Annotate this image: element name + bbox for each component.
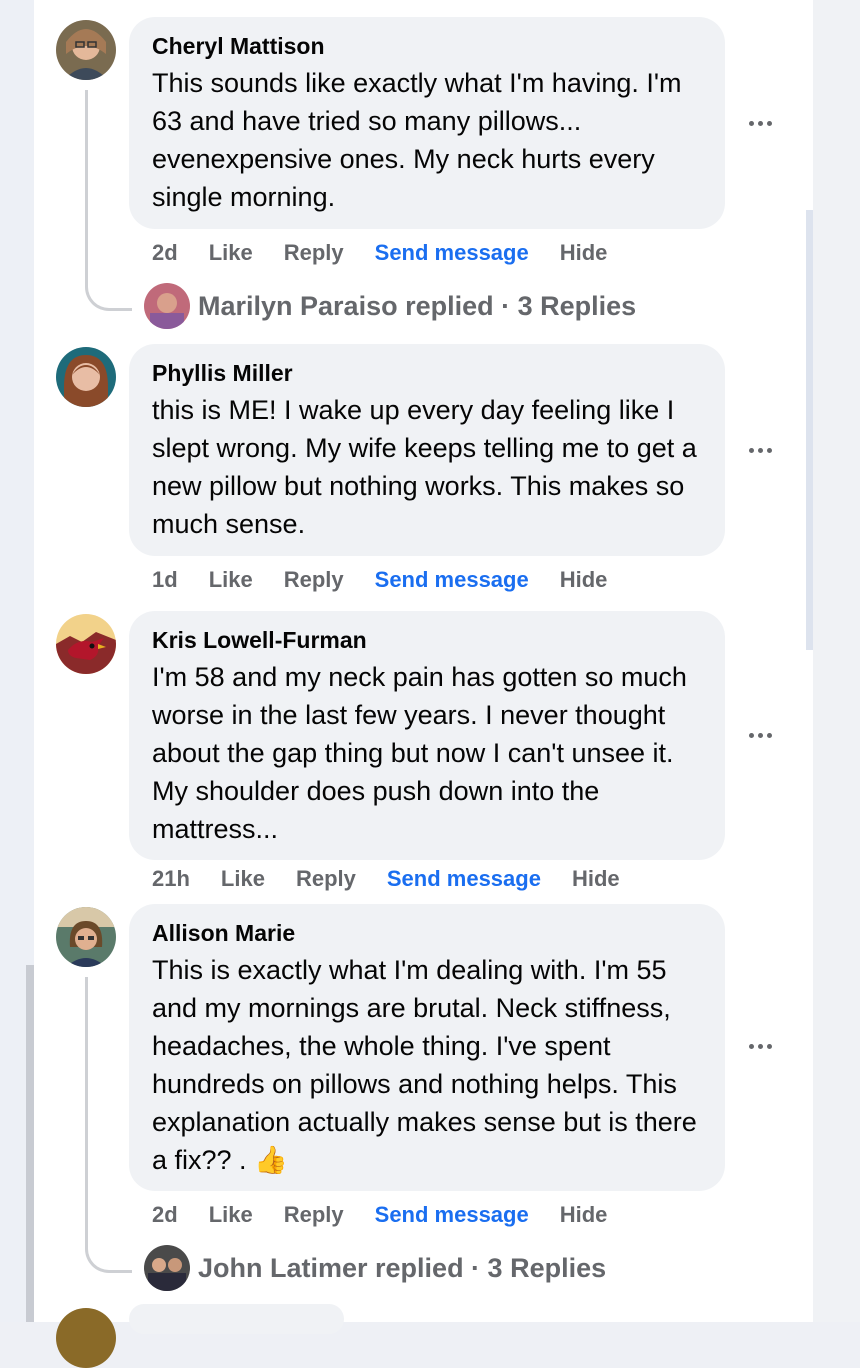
comment-text: this is ME! I wake up every day feeling … bbox=[152, 395, 697, 539]
avatar[interactable] bbox=[56, 907, 116, 967]
comment-actions: 1d Like Reply Send message Hide bbox=[152, 564, 638, 596]
comment-author[interactable]: Kris Lowell-Furman bbox=[152, 625, 703, 655]
hide-button[interactable]: Hide bbox=[560, 1202, 608, 1228]
reply-avatar bbox=[144, 283, 190, 329]
send-message-button[interactable]: Send message bbox=[375, 1202, 529, 1228]
hide-button[interactable]: Hide bbox=[560, 567, 608, 593]
reply-button[interactable]: Reply bbox=[296, 866, 356, 892]
replies-summary[interactable]: John Latimer replied · 3 Replies bbox=[198, 1253, 606, 1284]
avatar[interactable] bbox=[56, 20, 116, 80]
avatar[interactable] bbox=[56, 1308, 116, 1368]
scrollbar-thumb[interactable] bbox=[806, 210, 813, 650]
comment-author[interactable]: Cheryl Mattison bbox=[152, 31, 703, 61]
like-button[interactable]: Like bbox=[209, 240, 253, 266]
comment-author[interactable]: Allison Marie bbox=[152, 918, 703, 948]
comment-text: This sounds like exactly what I'm having… bbox=[152, 68, 682, 212]
more-options-icon[interactable] bbox=[749, 118, 775, 130]
comment-text: I'm 58 and my neck pain has gotten so mu… bbox=[152, 662, 687, 844]
view-replies-link[interactable]: John Latimer replied · 3 Replies bbox=[144, 1245, 606, 1291]
reply-button[interactable]: Reply bbox=[284, 240, 344, 266]
like-button[interactable]: Like bbox=[209, 1202, 253, 1228]
send-message-button[interactable]: Send message bbox=[387, 866, 541, 892]
replies-summary[interactable]: Marilyn Paraiso replied · 3 Replies bbox=[198, 291, 636, 322]
left-shade bbox=[26, 965, 34, 1322]
send-message-button[interactable]: Send message bbox=[375, 240, 529, 266]
timestamp[interactable]: 2d bbox=[152, 240, 178, 266]
comment-bubble[interactable]: Kris Lowell-Furman I'm 58 and my neck pa… bbox=[129, 611, 725, 860]
avatar[interactable] bbox=[56, 347, 116, 407]
comment-text: This is exactly what I'm dealing with. I… bbox=[152, 955, 697, 1175]
comments-panel[interactable]: Cheryl Mattison This sounds like exactly… bbox=[34, 0, 806, 1368]
view-replies-link[interactable]: Marilyn Paraiso replied · 3 Replies bbox=[144, 283, 636, 329]
reply-button[interactable]: Reply bbox=[284, 1202, 344, 1228]
comment-actions: 2d Like Reply Send message Hide bbox=[152, 1199, 638, 1231]
comment-bubble[interactable]: Phyllis Miller this is ME! I wake up eve… bbox=[129, 344, 725, 556]
thread-line bbox=[85, 90, 132, 311]
reply-avatar bbox=[144, 1245, 190, 1291]
scrollbar[interactable] bbox=[806, 0, 813, 1322]
comment-actions: 2d Like Reply Send message Hide bbox=[152, 237, 638, 269]
send-message-button[interactable]: Send message bbox=[375, 567, 529, 593]
more-options-icon[interactable] bbox=[749, 445, 775, 457]
reply-button[interactable]: Reply bbox=[284, 567, 344, 593]
like-button[interactable]: Like bbox=[221, 866, 265, 892]
comment-actions: 21h Like Reply Send message Hide bbox=[152, 863, 651, 895]
page-background bbox=[813, 0, 860, 1322]
thread-line bbox=[85, 977, 132, 1273]
timestamp[interactable]: 2d bbox=[152, 1202, 178, 1228]
avatar[interactable] bbox=[56, 614, 116, 674]
comment-bubble[interactable]: Cheryl Mattison This sounds like exactly… bbox=[129, 17, 725, 229]
timestamp[interactable]: 1d bbox=[152, 567, 178, 593]
hide-button[interactable]: Hide bbox=[560, 240, 608, 266]
comment-bubble[interactable]: Allison Marie This is exactly what I'm d… bbox=[129, 904, 725, 1191]
timestamp[interactable]: 21h bbox=[152, 866, 190, 892]
like-button[interactable]: Like bbox=[209, 567, 253, 593]
comment-bubble[interactable] bbox=[129, 1304, 344, 1334]
comment-author[interactable]: Phyllis Miller bbox=[152, 358, 703, 388]
hide-button[interactable]: Hide bbox=[572, 866, 620, 892]
more-options-icon[interactable] bbox=[749, 730, 775, 742]
scroll-area[interactable] bbox=[806, 0, 860, 1322]
left-page-edge bbox=[0, 0, 34, 1322]
more-options-icon[interactable] bbox=[749, 1041, 775, 1053]
